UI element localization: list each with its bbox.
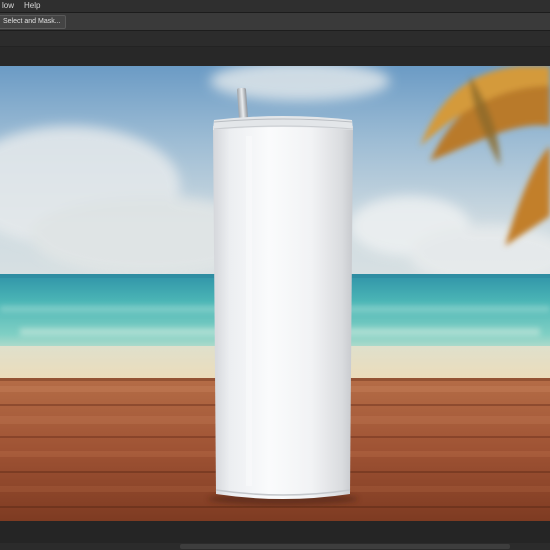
canvas-image: [0, 66, 550, 521]
scrollbar-thumb[interactable]: [180, 544, 510, 549]
options-bar: Select and Mask...: [0, 13, 550, 31]
menu-help[interactable]: Help: [22, 0, 42, 12]
menu-window[interactable]: low: [0, 0, 16, 12]
document-canvas[interactable]: [0, 66, 550, 521]
select-and-mask-button[interactable]: Select and Mask...: [0, 15, 66, 29]
document-tab-strip: [0, 31, 550, 47]
horizontal-scrollbar[interactable]: [0, 543, 550, 550]
menu-bar: low Help: [0, 0, 550, 13]
